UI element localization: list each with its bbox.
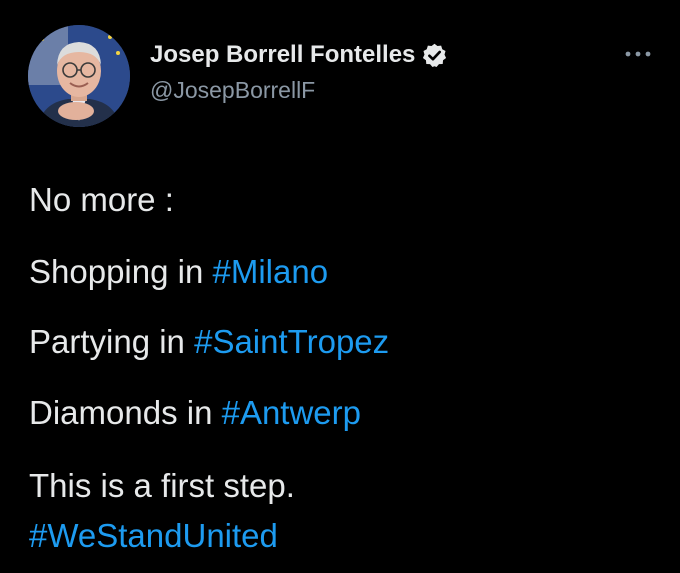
author-name-row: Josep Borrell Fontelles bbox=[150, 38, 448, 72]
tweet-line-text: No more : bbox=[29, 181, 174, 218]
hashtag-link-westandunited[interactable]: #WeStandUnited bbox=[29, 517, 278, 554]
hashtag-link-milano[interactable]: #Milano bbox=[212, 253, 328, 290]
tweet-line: #WeStandUnited bbox=[29, 516, 278, 556]
user-avatar-photo bbox=[28, 25, 130, 127]
author-handle[interactable]: @JosepBorrellF bbox=[150, 77, 315, 104]
tweet-line: No more : bbox=[29, 180, 174, 220]
user-avatar[interactable] bbox=[28, 25, 130, 127]
hashtag-link-antwerp[interactable]: #Antwerp bbox=[222, 394, 361, 431]
hashtag-link-sainttropez[interactable]: #SaintTropez bbox=[194, 323, 389, 360]
tweet-line-text: Partying in bbox=[29, 323, 195, 360]
tweet-line: Shopping in #Milano bbox=[29, 252, 328, 292]
tweet-line-text: Diamonds in bbox=[29, 394, 222, 431]
tweet-line: Diamonds in #Antwerp bbox=[29, 393, 361, 433]
tweet-line-text: Shopping in bbox=[29, 253, 213, 290]
author-display-name[interactable]: Josep Borrell Fontelles bbox=[150, 41, 415, 69]
tweet-line: This is a first step. bbox=[29, 466, 295, 506]
more-options-icon[interactable] bbox=[620, 44, 656, 64]
tweet-card: Josep Borrell Fontelles @JosepBorrellF N… bbox=[0, 0, 680, 573]
verified-badge-icon bbox=[421, 42, 448, 69]
tweet-line: Partying in #SaintTropez bbox=[29, 322, 389, 362]
tweet-line-text: This is a first step. bbox=[29, 467, 295, 504]
